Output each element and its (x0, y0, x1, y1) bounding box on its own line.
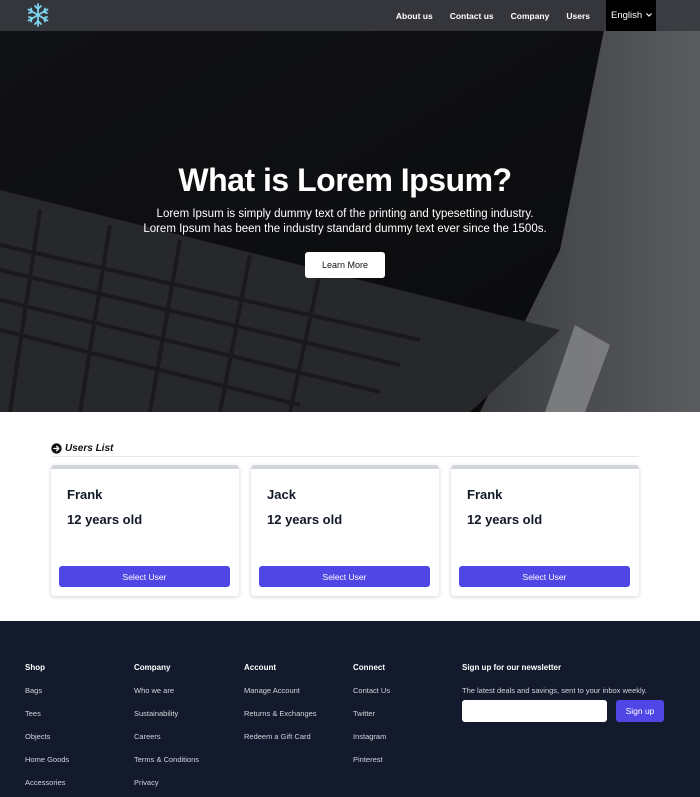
users-list-divider (51, 456, 639, 457)
footer: Shop Bags Tees Objects Home Goods Access… (0, 621, 700, 797)
user-name: Jack (267, 487, 296, 502)
nav-link-users[interactable]: Users (566, 11, 590, 21)
newsletter-description: The latest deals and savings, sent to yo… (462, 686, 647, 695)
footer-link[interactable]: Manage Account (244, 686, 317, 698)
footer-column-company: Company Who we are Sustainability Career… (134, 663, 199, 790)
newsletter-section: Sign up for our newsletter (462, 663, 561, 675)
select-user-button[interactable]: Select User (459, 566, 630, 587)
footer-column-account: Account Manage Account Returns & Exchang… (244, 663, 317, 744)
top-navbar: About us Contact us Company Users Englis… (0, 0, 700, 31)
footer-heading: Company (134, 663, 171, 672)
footer-link[interactable]: Privacy (134, 778, 199, 790)
hero-title: What is Lorem Ipsum? (178, 162, 512, 198)
footer-link[interactable]: Who we are (134, 686, 199, 698)
card-top-bar (251, 465, 439, 469)
footer-heading: Shop (25, 663, 45, 672)
footer-link[interactable]: Objects (25, 732, 69, 744)
newsletter-heading: Sign up for our newsletter (462, 663, 562, 672)
user-age: 12 years old (67, 512, 143, 527)
card-top-bar (51, 465, 239, 469)
select-user-button[interactable]: Select User (59, 566, 230, 587)
user-card: Frank 12 years old Select User (51, 465, 239, 596)
select-user-button[interactable]: Select User (259, 566, 430, 587)
user-age: 12 years old (267, 512, 343, 527)
footer-link[interactable]: Redeem a Gift Card (244, 732, 317, 744)
user-name: Frank (67, 487, 103, 502)
footer-link[interactable]: Pinterest (353, 755, 390, 767)
nav-links: About us Contact us Company Users (396, 0, 590, 31)
footer-link[interactable]: Twitter (353, 709, 390, 721)
language-value: English (611, 10, 643, 21)
footer-link[interactable]: Sustainability (134, 709, 199, 721)
hero-background-image (0, 0, 700, 412)
nav-link-contact-us[interactable]: Contact us (450, 11, 494, 21)
footer-heading: Connect (353, 663, 385, 672)
footer-column-shop: Shop Bags Tees Objects Home Goods Access… (25, 663, 69, 790)
footer-link[interactable]: Home Goods (25, 755, 69, 767)
footer-link[interactable]: Returns & Exchanges (244, 709, 317, 721)
user-age: 12 years old (467, 512, 543, 527)
card-top-bar (451, 465, 639, 469)
hero-line-2: Lorem Ipsum has been the industry standa… (143, 222, 547, 235)
snowflake-icon[interactable] (25, 2, 51, 28)
footer-link[interactable]: Contact Us (353, 686, 390, 698)
hero-line-1: Lorem Ipsum is simply dummy text of the … (156, 208, 534, 220)
language-select[interactable]: English (606, 0, 656, 31)
footer-column-connect: Connect Contact Us Twitter Instagram Pin… (353, 663, 390, 767)
newsletter-email-input[interactable] (462, 700, 607, 722)
nav-link-about-us[interactable]: About us (396, 11, 433, 21)
user-card: Frank 12 years old Select User (451, 465, 639, 596)
footer-link[interactable]: Instagram (353, 732, 390, 744)
footer-link[interactable]: Careers (134, 732, 199, 744)
arrow-right-circle-icon (51, 442, 62, 454)
user-name: Frank (467, 487, 503, 502)
footer-link[interactable]: Accessories (25, 778, 69, 790)
footer-link[interactable]: Tees (25, 709, 69, 721)
sign-up-button[interactable]: Sign up (616, 700, 664, 722)
chevron-down-icon (646, 13, 652, 17)
footer-link[interactable]: Terms & Conditions (134, 755, 199, 767)
footer-link[interactable]: Bags (25, 686, 69, 698)
hero-section: What is Lorem Ipsum? Lorem Ipsum is simp… (0, 0, 700, 412)
hero-description: Lorem Ipsum is simply dummy text of the … (0, 207, 690, 236)
footer-heading: Account (244, 663, 276, 672)
nav-link-company[interactable]: Company (511, 11, 550, 21)
learn-more-button[interactable]: Learn More (305, 252, 385, 278)
user-card: Jack 12 years old Select User (251, 465, 439, 596)
users-list-heading: Users List (51, 441, 113, 455)
users-list-title: Users List (65, 442, 114, 454)
